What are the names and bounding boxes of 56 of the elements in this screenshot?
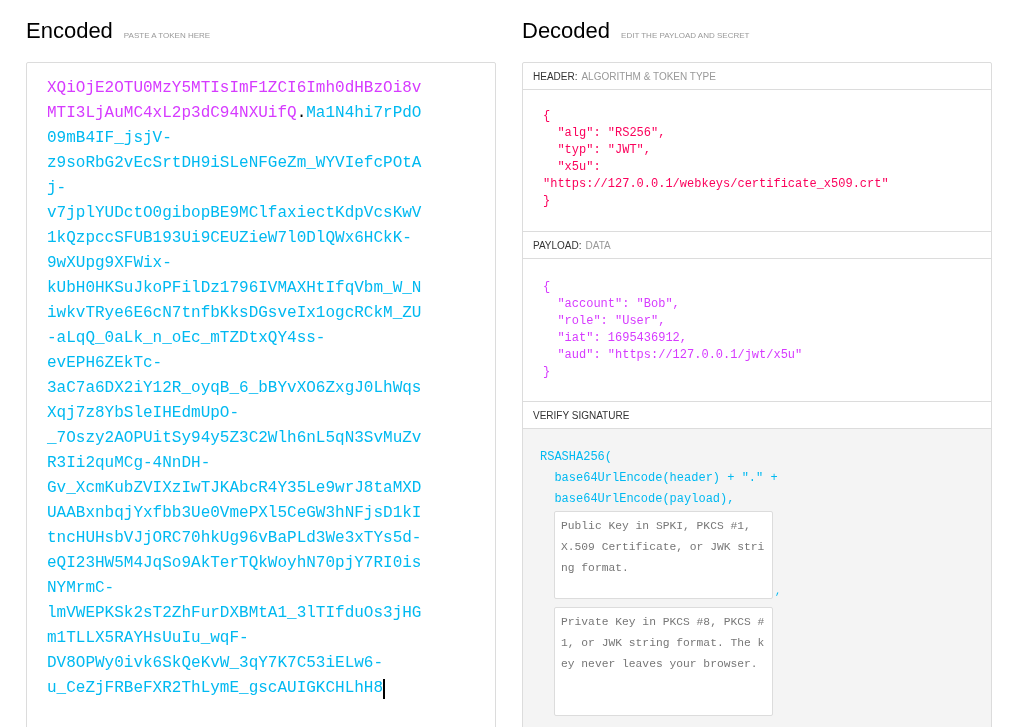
panel-hint: PASTE A TOKEN HERE [123,30,211,42]
token-line: lmVWEPKSk2sT2ZhFurDXBMtA1_3lTIfduOs3jHG [47,603,423,624]
section-sublabel: ALGORITHM & TOKEN TYPE [581,69,716,84]
token-line: evEPH6ZEkTc- [47,353,164,374]
token-line: R3Ii2quMCg-4NnDH- [47,453,212,474]
panel-title: Decoded [522,17,611,45]
token-line: 1kQzpccSFUB193Ui9CEUZieW7l0DlQWx6HCkK- [47,228,413,249]
token-line: iwkvTRye6E6cN7tnfbKksDGsveIx1ogcRCkM_ZU [47,303,423,324]
code-line: RSASHA256( [540,449,613,466]
section-sublabel: DATA [585,238,611,253]
code-line: "x5u": [556,159,602,176]
token-line: Gv_XcmKubZVIXzIwTJKAbcR4Y35Le9wrJ8taMXD [47,478,423,499]
token-line: u_CeZjFRBeFXR2ThLymE_gscAUIGKCHLhH8 [47,677,386,701]
section-label: VERIFY SIGNATURE [533,408,630,423]
code-line: "typ": "JWT", [556,142,653,159]
private-key-field[interactable]: Private Key in PKCS #8, PKCS #1, or JWK string format. The key never leaves your browser. [554,607,773,716]
token-editor[interactable] [26,62,496,727]
section-label: PAYLOAD: [533,238,582,253]
code-line: "aud": "https://127.0.0.1/jwt/x5u" [556,347,804,364]
token-line: z9soRbG2vEcSrtDH9iSLeNFGeZm_WYVIefcPOtA [47,153,423,174]
token-line: j- [47,178,68,199]
token-line: _7Oszy2AOPUitSy94y5Z3C2Wlh6nL5qN3SvMuZv [47,428,423,449]
section-label: HEADER: [533,69,578,84]
token-line: UAABxnbqjYxfbb3Ue0VmePXl5CeGW3hNFjsD1kI [47,503,423,524]
code-line: { [543,279,552,296]
token-line: NYMrmC- [47,578,116,599]
token-line: -aLqQ_0aLk_n_oEc_mTZDtxQY4ss- [47,328,327,349]
token-line: 3aC7a6DX2iY12R_oyqB_6_bBYvXO6ZxgJ0LhWqs [47,378,423,399]
comma: , [775,585,781,599]
public-key-field[interactable]: Public Key in SPKI, PKCS #1, X.509 Certificate, or JWK string format. [554,511,773,599]
code-line: { [543,108,552,125]
token-line: DV8OPWy0ivk6SkQeKvW_3qY7K7C53iELw6- [47,653,385,674]
token-line: Xqj7z8YbSleIHEdmUpO- [47,403,241,424]
token-line: XQiOjE2OTU0MzY5MTIsImF1ZCI6Imh0dHBzOi8v [47,78,423,99]
code-line: "account": "Bob", [556,296,681,313]
token-line: 9wXUpg9XFWix- [47,253,173,274]
token-line: 09mB4IF_jsjV- [47,128,173,149]
token-line: m1TLLX5RAYHsUuIu_wqF- [47,628,250,649]
panel-title: Encoded [26,17,113,45]
text-cursor [383,678,385,699]
token-line: tncHUHsbVJjORC70hkUg96vBaPLd3We3xTYs5d- [47,528,423,549]
token-line: kUbH0HKSuJkoPFilDz1796IVMAXHtIfqVbm_W_N [47,278,423,299]
code-line: "iat": 1695436912, [556,330,689,347]
code-line: } [543,193,552,210]
panel-hint: EDIT THE PAYLOAD AND SECRET [621,30,750,42]
token-line: MTI3LjAuMC4xL2p3dC94NXUifQ.Ma1N4hi7rPdO [47,103,423,124]
code-line: "role": "User", [556,313,667,330]
code-line: base64UrlEncode(payload), [553,491,736,508]
code-line: "https://127.0.0.1/webkeys/certificate_x509.crt" [543,176,890,193]
code-line: "alg": "RS256", [556,125,667,142]
token-line: eQI23HW5M4JqSo9AkTerTQkWoyhN70pjY7RI0is [47,553,423,574]
code-line: } [543,364,552,381]
payload-editor[interactable]: { "account": "Bob", "role": "User", "iat": 1695436912, "aud": "https://127.0.0.1/jwt/x5u" } [523,259,991,402]
code-line: base64UrlEncode(header) + "." + [553,470,779,487]
header-editor[interactable]: { "alg": "RS256", "typ": "JWT", "x5u": "https://127.0.0.1/webkeys/certificate_x509.crt" } [523,90,991,232]
token-line: v7jplYUDctO0gibopBE9MClfaxiectKdpVcsKwV [47,203,423,224]
